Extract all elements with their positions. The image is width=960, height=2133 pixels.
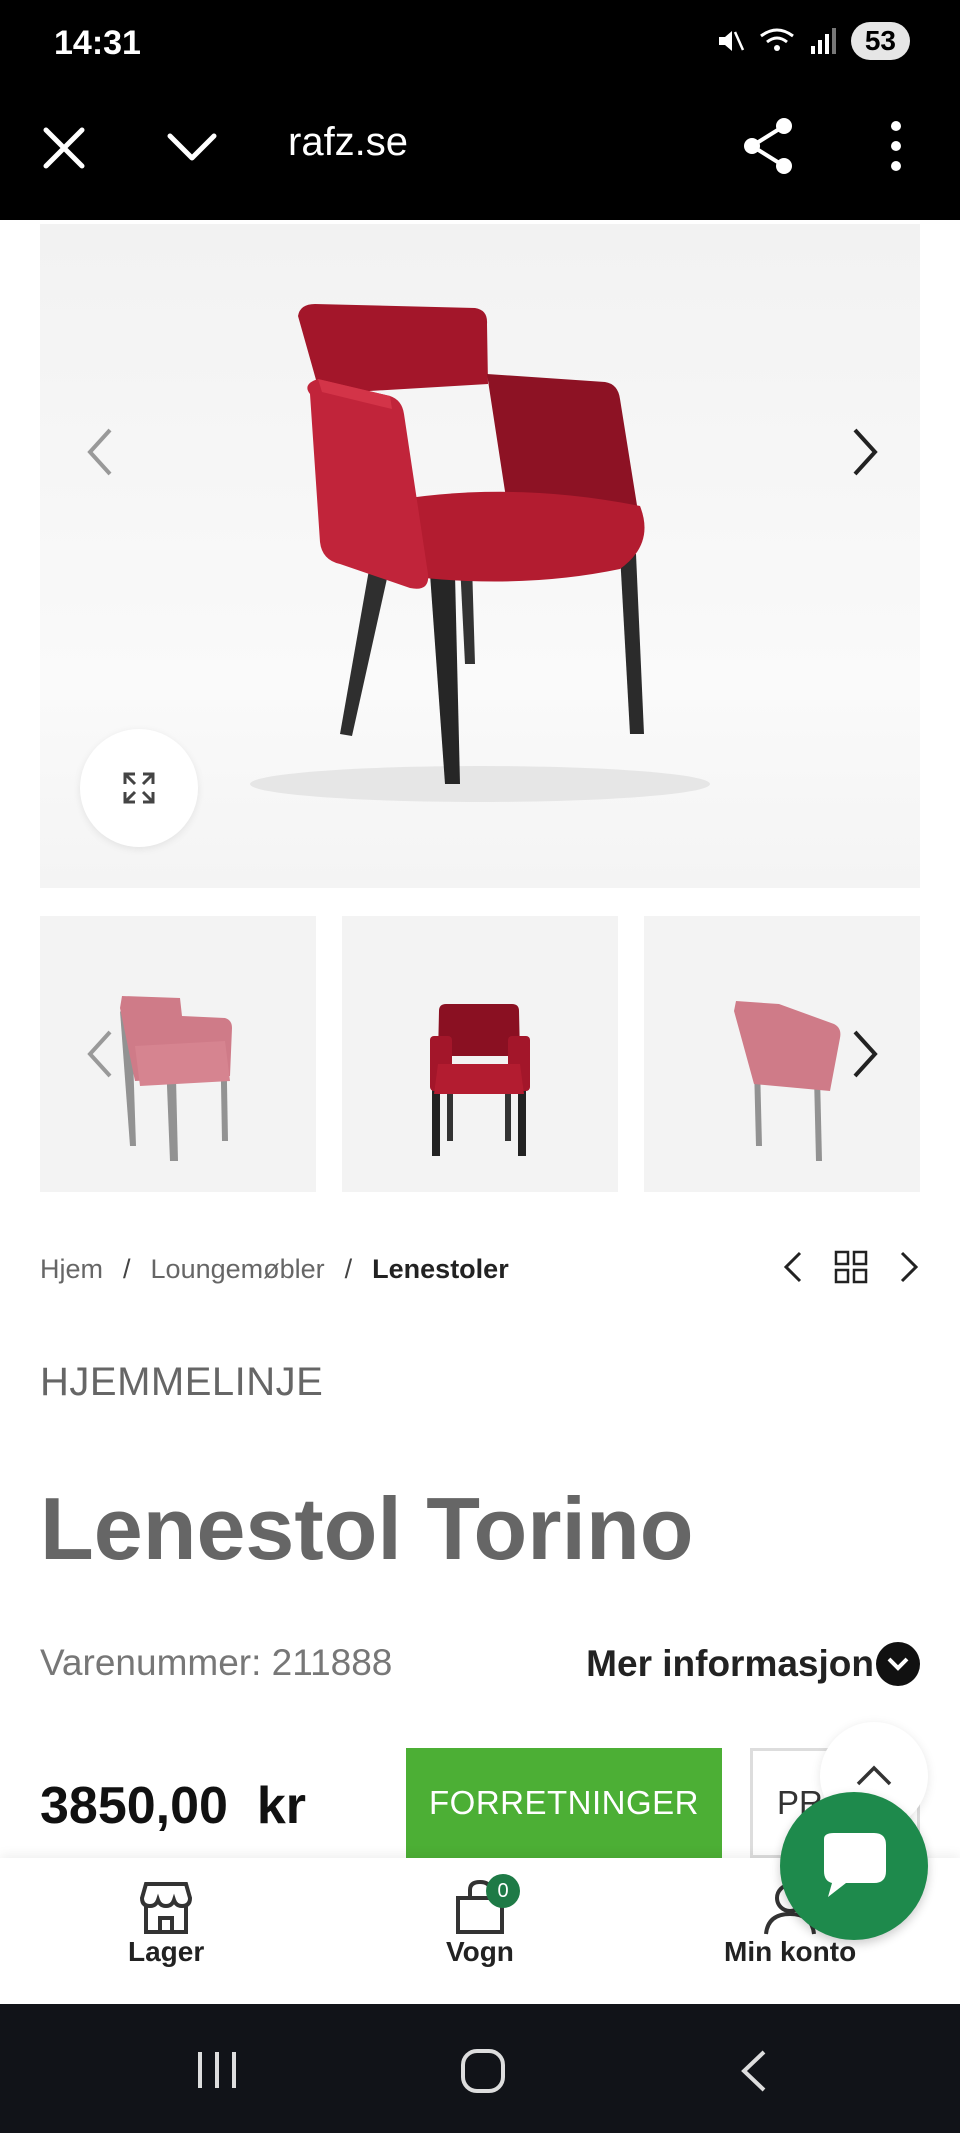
next-image-arrow[interactable] (845, 424, 885, 480)
product-brand[interactable]: HJEMMELINJE (40, 1360, 323, 1405)
stores-button[interactable]: FORRETNINGER (406, 1748, 722, 1858)
product-price: 3850,00 kr (40, 1777, 307, 1835)
prev-product-icon[interactable] (782, 1250, 804, 1284)
more-info-toggle[interactable]: Mer informasjon (586, 1642, 920, 1686)
chat-bubble-icon (824, 1833, 886, 1897)
store-icon (140, 1882, 193, 1934)
share-icon[interactable] (740, 116, 796, 176)
next-product-icon[interactable] (898, 1250, 920, 1284)
breadcrumb-separator: / (344, 1254, 353, 1284)
browser-toolbar: rafz.se (0, 90, 960, 220)
nav-label-lager: Lager (128, 1936, 205, 1967)
breadcrumb-loungemobler[interactable]: Loungemøbler (151, 1254, 325, 1285)
nav-label-vogn: Vogn (446, 1936, 514, 1967)
back-icon[interactable] (736, 2048, 770, 2094)
cart-badge: 0 (486, 1874, 520, 1908)
wifi-icon (759, 28, 794, 51)
expand-icon (123, 772, 155, 804)
close-icon[interactable] (40, 124, 88, 172)
nav-label-min-konto: Min konto (724, 1936, 857, 1967)
system-navigation-bar (0, 2004, 960, 2133)
chevron-down-icon[interactable] (166, 128, 218, 168)
status-icons: 53 (715, 22, 910, 60)
mute-icon (718, 31, 744, 51)
chevron-up-icon (856, 1765, 892, 1786)
grid-icon[interactable] (834, 1250, 868, 1284)
prev-image-arrow[interactable] (80, 424, 120, 480)
breadcrumb-separator: / (123, 1254, 131, 1284)
product-navigation (782, 1250, 920, 1284)
chair-front-image (430, 1004, 530, 1156)
thumbnails-prev-arrow[interactable] (80, 1026, 120, 1082)
product-title: Lenestol Torino (40, 1479, 694, 1578)
chevron-down-icon (876, 1642, 920, 1686)
status-bar: 14:31 53 (0, 0, 960, 90)
nav-item-vogn[interactable]: 0 Vogn (446, 1874, 520, 1968)
breadcrumb-current: Lenestoler (372, 1254, 509, 1284)
more-options-icon[interactable] (880, 118, 912, 174)
status-time: 14:31 (54, 24, 141, 62)
thumbnail-2[interactable] (342, 916, 618, 1192)
expand-image-button[interactable] (80, 729, 198, 847)
url-text[interactable]: rafz.se (288, 120, 408, 165)
signal-icon (810, 28, 836, 54)
chat-button[interactable] (780, 1792, 928, 1940)
thumbnails-next-arrow[interactable] (845, 1026, 885, 1082)
nav-item-lager[interactable]: Lager (128, 1880, 204, 1968)
breadcrumb-home[interactable]: Hjem (40, 1254, 103, 1285)
product-sku: Varenummer: 211888 (40, 1642, 393, 1683)
home-icon[interactable] (460, 2048, 506, 2094)
product-main-image[interactable] (40, 224, 920, 888)
battery-indicator: 53 (850, 22, 910, 60)
thumbnail-strip (40, 916, 920, 1192)
recent-apps-icon[interactable] (194, 2050, 240, 2090)
breadcrumb: Hjem / Loungemøbler / Lenestoler (40, 1254, 509, 1285)
more-info-label: Mer informasjon (586, 1643, 874, 1684)
